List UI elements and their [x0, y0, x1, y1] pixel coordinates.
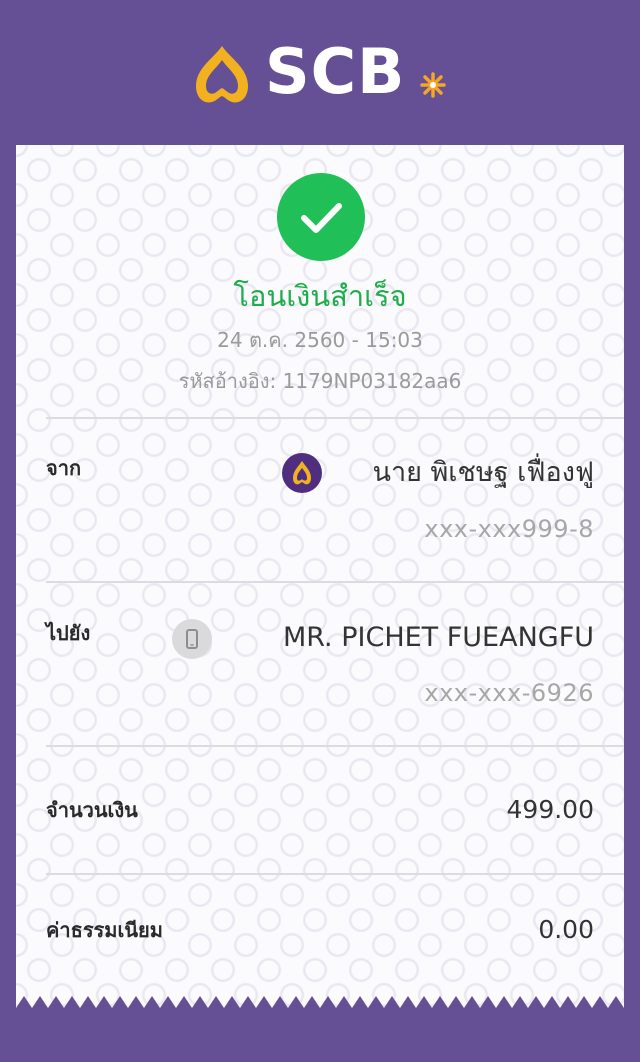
fee-value: 0.00	[538, 915, 594, 944]
from-account: xxx-xxx999-8	[424, 515, 594, 543]
logo-text: SCB	[265, 35, 406, 108]
to-name: MR. PICHET FUEANGFU	[282, 622, 594, 653]
to-account: xxx-xxx-6926	[424, 679, 594, 707]
from-label: จาก	[46, 456, 82, 480]
to-label: ไปยัง	[46, 621, 91, 645]
mobile-phone-icon	[172, 619, 212, 659]
divider	[46, 581, 624, 583]
fee-label: ค่าธรรมเนียม	[46, 918, 163, 942]
logo-star-icon	[420, 72, 446, 98]
scb-logo-icon	[196, 46, 248, 103]
check-icon	[301, 203, 342, 233]
status-title: โอนเงินสำเร็จ	[233, 279, 407, 313]
from-name: นาย พิเชษฐ เฟื่องฟู	[372, 457, 594, 488]
app-header: SCB	[0, 0, 640, 145]
divider	[46, 417, 624, 419]
success-badge	[277, 173, 365, 261]
reference-number: รหัสอ้างอิง: 1179NP03182aa6	[178, 369, 462, 393]
divider	[46, 873, 624, 875]
transaction-datetime: 24 ต.ค. 2560 - 15:03	[217, 328, 423, 352]
amount-value: 499.00	[506, 795, 594, 824]
receipt-slip: โอนเงินสำเร็จ 24 ต.ค. 2560 - 15:03 รหัสอ…	[16, 145, 624, 1010]
receipt-torn-edge	[16, 996, 624, 1012]
divider	[46, 745, 624, 747]
amount-label: จำนวนเงิน	[46, 798, 138, 822]
scb-bank-icon	[282, 453, 322, 493]
